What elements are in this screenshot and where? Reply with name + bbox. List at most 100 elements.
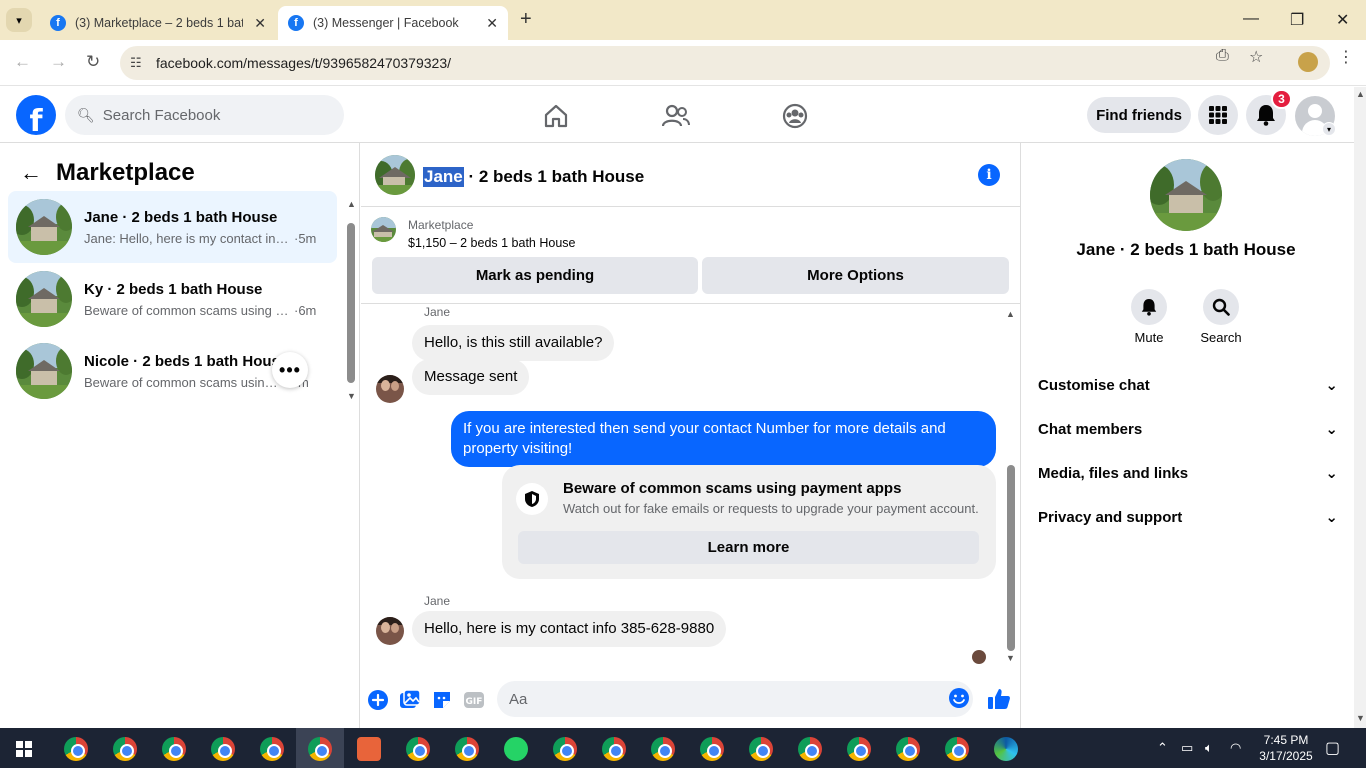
chrome-taskbar-icon[interactable] [602, 737, 626, 761]
chrome-taskbar-icon[interactable] [406, 737, 430, 761]
chrome-taskbar-icon[interactable] [896, 737, 920, 761]
wifi-icon[interactable]: ◠ [1230, 740, 1241, 756]
chat-title[interactable]: Jane · 2 beds 1 bath House [423, 167, 644, 187]
chevron-up-icon[interactable]: ⌃ [1157, 740, 1168, 756]
chrome-taskbar-icon[interactable] [162, 737, 186, 761]
chrome-menu-icon[interactable]: ⋮ [1338, 47, 1354, 67]
learn-more-button[interactable]: Learn more [518, 531, 979, 564]
chat-avatar[interactable] [375, 155, 415, 195]
close-tab-icon[interactable]: ✕ [254, 15, 266, 32]
message-bubble[interactable]: Hello, is this still available? [412, 325, 615, 361]
like-thumbs-up-icon[interactable] [987, 687, 1010, 709]
message-bubble[interactable]: Hello, here is my contact info 385-628-9… [412, 611, 727, 647]
tab-search-button[interactable]: ▾ [6, 8, 32, 32]
chrome-taskbar-icon[interactable] [651, 737, 675, 761]
mute-action[interactable]: Mute [1119, 289, 1179, 345]
scroll-up-arrow-icon[interactable]: ▲ [1006, 309, 1015, 319]
conversation-preview: Beware of common scams using p... [84, 374, 280, 390]
message-bubble-outgoing[interactable]: If you are interested then send your con… [451, 411, 996, 467]
details-name: Jane · 2 beds 1 bath House [1076, 240, 1296, 259]
close-window-button[interactable]: ✕ [1336, 10, 1349, 30]
mark-as-pending-button[interactable]: Mark as pending [372, 257, 698, 294]
chrome-taskbar-icon[interactable] [260, 737, 284, 761]
jane-avatar[interactable] [376, 375, 404, 403]
conversation-time: ·6m [294, 302, 317, 318]
chrome-taskbar-icon[interactable] [64, 737, 88, 761]
emoji-icon[interactable] [948, 687, 970, 709]
jane-avatar[interactable] [376, 617, 404, 645]
chat-scrollbar[interactable] [1007, 465, 1015, 651]
profile-icon[interactable] [1298, 52, 1318, 72]
sticker-icon[interactable] [431, 689, 453, 711]
media-files-links-section[interactable]: Media, files and links ⌄ [1038, 464, 1338, 483]
windows-start-icon[interactable] [16, 741, 32, 757]
gif-icon[interactable]: GIF [463, 689, 485, 711]
home-icon[interactable] [539, 99, 573, 133]
bookmark-star-icon[interactable]: ☆ [1249, 47, 1263, 67]
conversation-list-scrollbar[interactable] [347, 223, 355, 383]
browser-tab-messenger[interactable]: f (3) Messenger | Facebook ✕ [278, 6, 508, 40]
details-avatar[interactable] [1150, 159, 1222, 231]
site-info-icon[interactable]: ☷ [130, 55, 142, 71]
system-clock[interactable]: 7:45 PM 3/17/2025 [1256, 732, 1316, 764]
facebook-logo-icon[interactable]: f [16, 95, 56, 135]
back-arrow-icon[interactable]: ← [20, 160, 42, 186]
facebook-search-input[interactable]: 🔍︎ Search Facebook [65, 95, 344, 135]
chrome-taskbar-icon[interactable] [308, 737, 332, 761]
bell-icon [1131, 289, 1167, 325]
conversation-options-button[interactable]: ••• [272, 352, 308, 388]
chrome-taskbar-icon[interactable] [945, 737, 969, 761]
section-label: Privacy and support [1038, 508, 1183, 526]
chrome-taskbar-icon[interactable] [113, 737, 137, 761]
restore-button[interactable]: ❐ [1290, 10, 1304, 30]
scroll-up-arrow-icon[interactable]: ▲ [347, 199, 356, 209]
conversation-item-jane[interactable]: Jane · 2 beds 1 bath House Jane: Hello, … [8, 191, 337, 263]
browser-tab-marketplace[interactable]: f (3) Marketplace – 2 beds 1 bath House … [40, 6, 276, 40]
page-scrollbar[interactable]: ▲ ▼ [1354, 87, 1366, 728]
menu-grid-icon[interactable] [1198, 95, 1238, 135]
chrome-taskbar-icon[interactable] [798, 737, 822, 761]
info-icon[interactable]: i [978, 164, 1000, 186]
search-action[interactable]: Search [1191, 289, 1251, 345]
chrome-taskbar-icon[interactable] [211, 737, 235, 761]
scroll-up-arrow-icon[interactable]: ▲ [1356, 89, 1365, 99]
scroll-down-arrow-icon[interactable]: ▼ [1356, 713, 1365, 723]
new-tab-button[interactable]: + [520, 8, 532, 31]
battery-icon[interactable]: ▭ [1181, 740, 1193, 756]
photo-icon[interactable] [399, 689, 421, 711]
account-chevron-icon[interactable]: ▾ [1322, 122, 1336, 136]
install-app-icon[interactable]: ⎙ [1216, 47, 1229, 65]
chrome-taskbar-icon[interactable] [749, 737, 773, 761]
chrome-taskbar-icon[interactable] [847, 737, 871, 761]
edge-taskbar-icon[interactable] [994, 737, 1018, 761]
add-plus-icon[interactable] [367, 689, 389, 711]
message-input-placeholder: Aa [509, 690, 528, 708]
conversation-item-ky[interactable]: Ky · 2 beds 1 bath House Beware of commo… [8, 263, 337, 335]
privacy-support-section[interactable]: Privacy and support ⌄ [1038, 508, 1338, 527]
back-button[interactable]: ← [14, 52, 31, 72]
app-taskbar-icon[interactable] [357, 737, 381, 761]
reload-button[interactable]: ↻ [86, 52, 100, 72]
scroll-down-arrow-icon[interactable]: ▼ [1006, 653, 1015, 663]
chat-members-section[interactable]: Chat members ⌄ [1038, 420, 1338, 439]
scroll-down-arrow-icon[interactable]: ▼ [347, 391, 356, 401]
find-friends-button[interactable]: Find friends [1087, 97, 1191, 133]
whatsapp-taskbar-icon[interactable] [504, 737, 528, 761]
more-options-button[interactable]: More Options [702, 257, 1009, 294]
forward-button[interactable]: → [50, 52, 67, 72]
message-bubble[interactable]: Message sent [412, 359, 530, 395]
customise-chat-section[interactable]: Customise chat ⌄ [1038, 376, 1338, 395]
friends-icon[interactable] [659, 99, 693, 133]
section-label: Customise chat [1038, 376, 1150, 394]
chrome-taskbar-icon[interactable] [553, 737, 577, 761]
address-bar[interactable]: ☷ facebook.com/messages/t/93965824703793… [120, 46, 1330, 80]
message-input[interactable]: Aa [497, 681, 973, 717]
chrome-taskbar-icon[interactable] [700, 737, 724, 761]
minimize-button[interactable]: — [1243, 10, 1259, 28]
url-text: facebook.com/messages/t/9396582470379323… [156, 55, 451, 71]
chrome-taskbar-icon[interactable] [455, 737, 479, 761]
close-tab-icon[interactable]: ✕ [486, 15, 498, 32]
groups-icon[interactable] [778, 99, 812, 133]
volume-icon[interactable]: 🔈︎ [1205, 740, 1213, 756]
notification-center-icon[interactable]: ▢ [1325, 738, 1340, 758]
